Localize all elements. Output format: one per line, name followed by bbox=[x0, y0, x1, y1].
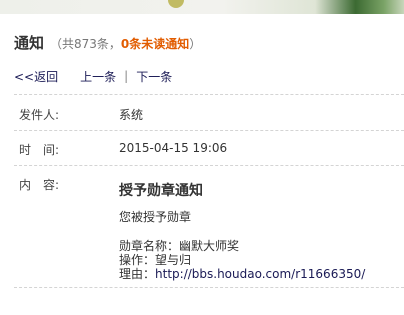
reason: 理由：http://bbs.houdao.com/r11666350/ bbox=[119, 265, 365, 282]
unread-count: 0条未读通知 bbox=[120, 37, 190, 51]
divider bbox=[14, 287, 404, 288]
sender-label: 发件人: bbox=[19, 108, 60, 122]
reason-prefix: 理由： bbox=[119, 267, 156, 281]
nav-separator: | bbox=[124, 69, 129, 83]
prev-message-link[interactable]: 上一条 bbox=[80, 68, 116, 85]
summary-suffix: ） bbox=[189, 37, 202, 51]
content-label: 内 容: bbox=[19, 178, 60, 192]
banner-decoration bbox=[168, 0, 184, 8]
sender-value: 系统 bbox=[119, 108, 144, 122]
page-title: 通知 bbox=[14, 34, 45, 52]
notification-summary: （共873条，0条未读通知） bbox=[50, 35, 201, 52]
summary-prefix: （共873条， bbox=[50, 37, 121, 51]
message-body: 您被授予勋章 bbox=[119, 210, 192, 224]
top-banner bbox=[0, 0, 404, 14]
message-nav: <<返回 上一条 | 下一条 bbox=[14, 68, 172, 84]
divider bbox=[14, 130, 404, 131]
divider bbox=[14, 165, 404, 166]
next-message-link[interactable]: 下一条 bbox=[136, 68, 172, 85]
time-value: 2015-04-15 19:06 bbox=[119, 141, 228, 155]
back-link[interactable]: <<返回 bbox=[14, 68, 58, 85]
divider bbox=[14, 94, 404, 95]
reason-link[interactable]: http://bbs.houdao.com/r11666350/ bbox=[155, 267, 365, 281]
page-header: 通知 （共873条，0条未读通知） bbox=[14, 32, 201, 52]
message-title: 授予勋章通知 bbox=[119, 183, 203, 199]
time-label: 时 间: bbox=[19, 143, 60, 157]
